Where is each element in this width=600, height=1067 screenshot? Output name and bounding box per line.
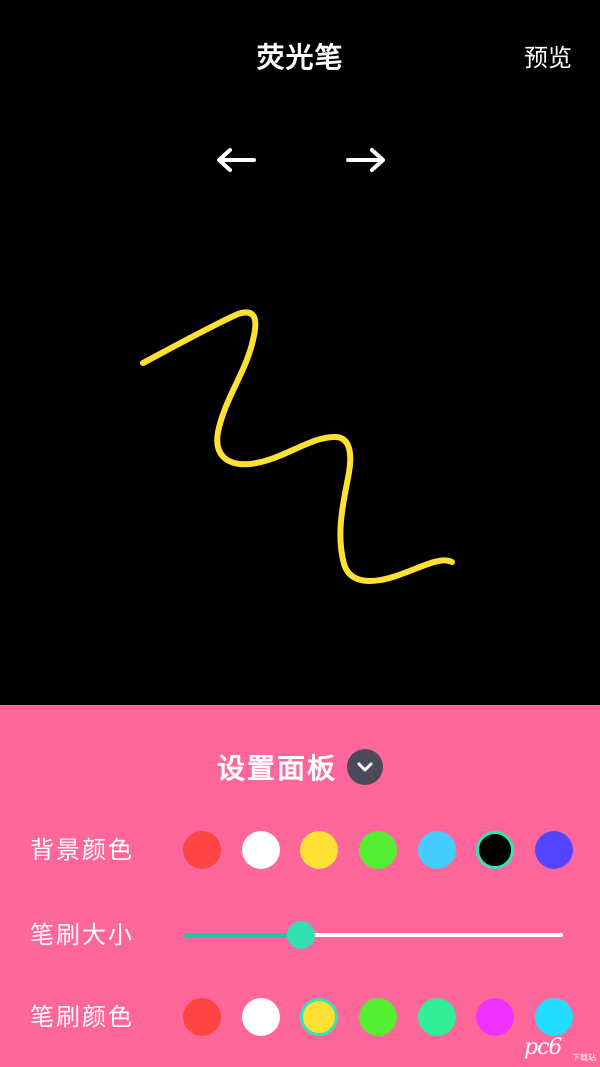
slider-thumb[interactable] [286, 921, 315, 949]
settings-panel: 设置面板 背景颜色 笔刷大小 笔刷颜色 pc6 下载站 [0, 705, 600, 1067]
collapse-panel-button[interactable] [347, 749, 383, 785]
app-screen: 荧光笔 预览 设置面板 背景颜色 笔刷大小 笔刷颜色 pc6 下载站 [0, 0, 600, 1067]
panel-title: 设置面板 [216, 752, 337, 785]
brush-color-label: 笔刷颜色 [30, 1003, 134, 1031]
brush-color-swatch-2[interactable] [241, 998, 280, 1036]
background-color-swatch-3[interactable] [300, 831, 339, 869]
page-title: 荧光笔 [256, 41, 344, 74]
brush-color-swatch-5[interactable] [417, 998, 456, 1036]
background-color-swatch-5[interactable] [417, 831, 456, 869]
brush-color-swatch-1[interactable] [183, 998, 221, 1036]
watermark-sub: 下载站 [572, 1053, 596, 1062]
slider-fill [183, 933, 301, 937]
panel-header: 设置面板 [0, 747, 600, 787]
chevron-down-icon [357, 762, 373, 772]
redo-button[interactable] [342, 140, 390, 180]
brush-color-swatch-7[interactable] [534, 998, 573, 1036]
brush-color-swatch-3[interactable] [300, 998, 339, 1036]
preview-button[interactable]: 预览 [524, 38, 572, 73]
arrow-left-icon [217, 148, 256, 172]
brush-color-swatches [183, 998, 573, 1036]
background-color-label: 背景颜色 [30, 836, 134, 864]
brush-color-row: 笔刷颜色 [0, 997, 600, 1037]
background-color-swatch-6[interactable] [476, 831, 515, 869]
background-color-swatch-7[interactable] [534, 831, 573, 869]
brush-color-swatch-6[interactable] [476, 998, 515, 1036]
background-color-swatch-1[interactable] [183, 831, 221, 869]
drawing-surface [140, 309, 455, 584]
brush-size-slider[interactable] [183, 915, 563, 955]
undo-button[interactable] [212, 140, 260, 180]
background-color-swatch-4[interactable] [358, 831, 397, 869]
brush-size-row: 笔刷大小 [0, 915, 600, 955]
background-color-row: 背景颜色 [0, 830, 600, 870]
brush-color-swatch-4[interactable] [358, 998, 397, 1036]
highlighter-stroke [140, 309, 455, 584]
background-color-swatches [183, 831, 573, 869]
arrow-right-icon [346, 148, 385, 172]
watermark-logo: pc6 下载站 [524, 1035, 596, 1065]
drawing-canvas[interactable] [0, 200, 600, 705]
watermark-text: pc6 [524, 1035, 562, 1060]
brush-size-label: 笔刷大小 [30, 921, 134, 949]
background-color-swatch-2[interactable] [241, 831, 280, 869]
